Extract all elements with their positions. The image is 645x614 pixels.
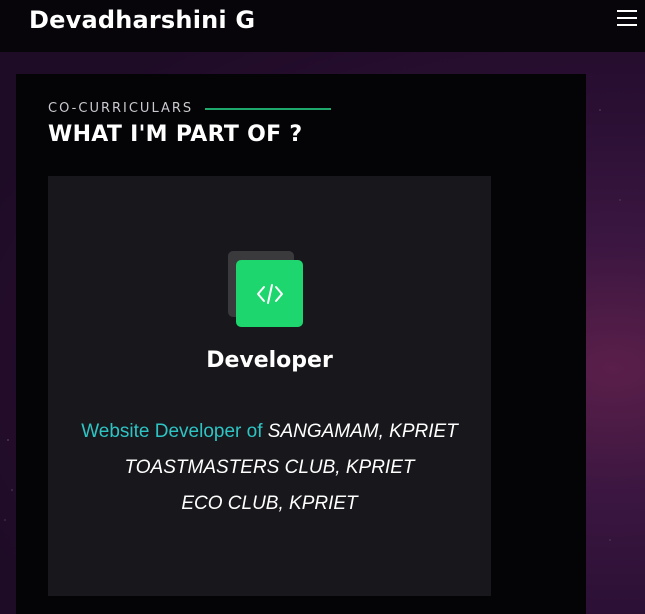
top-navbar: Devadharshini G: [0, 0, 645, 52]
section-heading: WHAT I'M PART OF ?: [48, 122, 303, 147]
code-brackets-icon: [256, 283, 283, 304]
section-eyebrow: CO-CURRICULARS: [48, 101, 332, 116]
developer-card: Developer Website Developer of SANGAMAM,…: [48, 176, 491, 596]
desc-item-toastmasters: TOASTMASTERS CLUB, KPRIET: [124, 457, 415, 478]
eyebrow-divider: [205, 107, 332, 110]
desc-line-1: Website Developer of SANGAMAM, KPRIET: [48, 414, 491, 450]
desc-item-sangamam: SANGAMAM, KPRIET: [267, 421, 458, 442]
card-description: Website Developer of SANGAMAM, KPRIET TO…: [48, 414, 491, 522]
icon-tile: [236, 260, 303, 327]
card-title: Developer: [206, 348, 333, 373]
section-eyebrow-text: CO-CURRICULARS: [48, 101, 194, 116]
hamburger-menu-icon[interactable]: [617, 10, 637, 28]
site-brand[interactable]: Devadharshini G: [29, 6, 255, 34]
code-icon: [228, 251, 304, 329]
desc-item-eco-club: ECO CLUB, KPRIET: [181, 493, 358, 514]
desc-prefix: Website Developer of: [81, 421, 263, 442]
